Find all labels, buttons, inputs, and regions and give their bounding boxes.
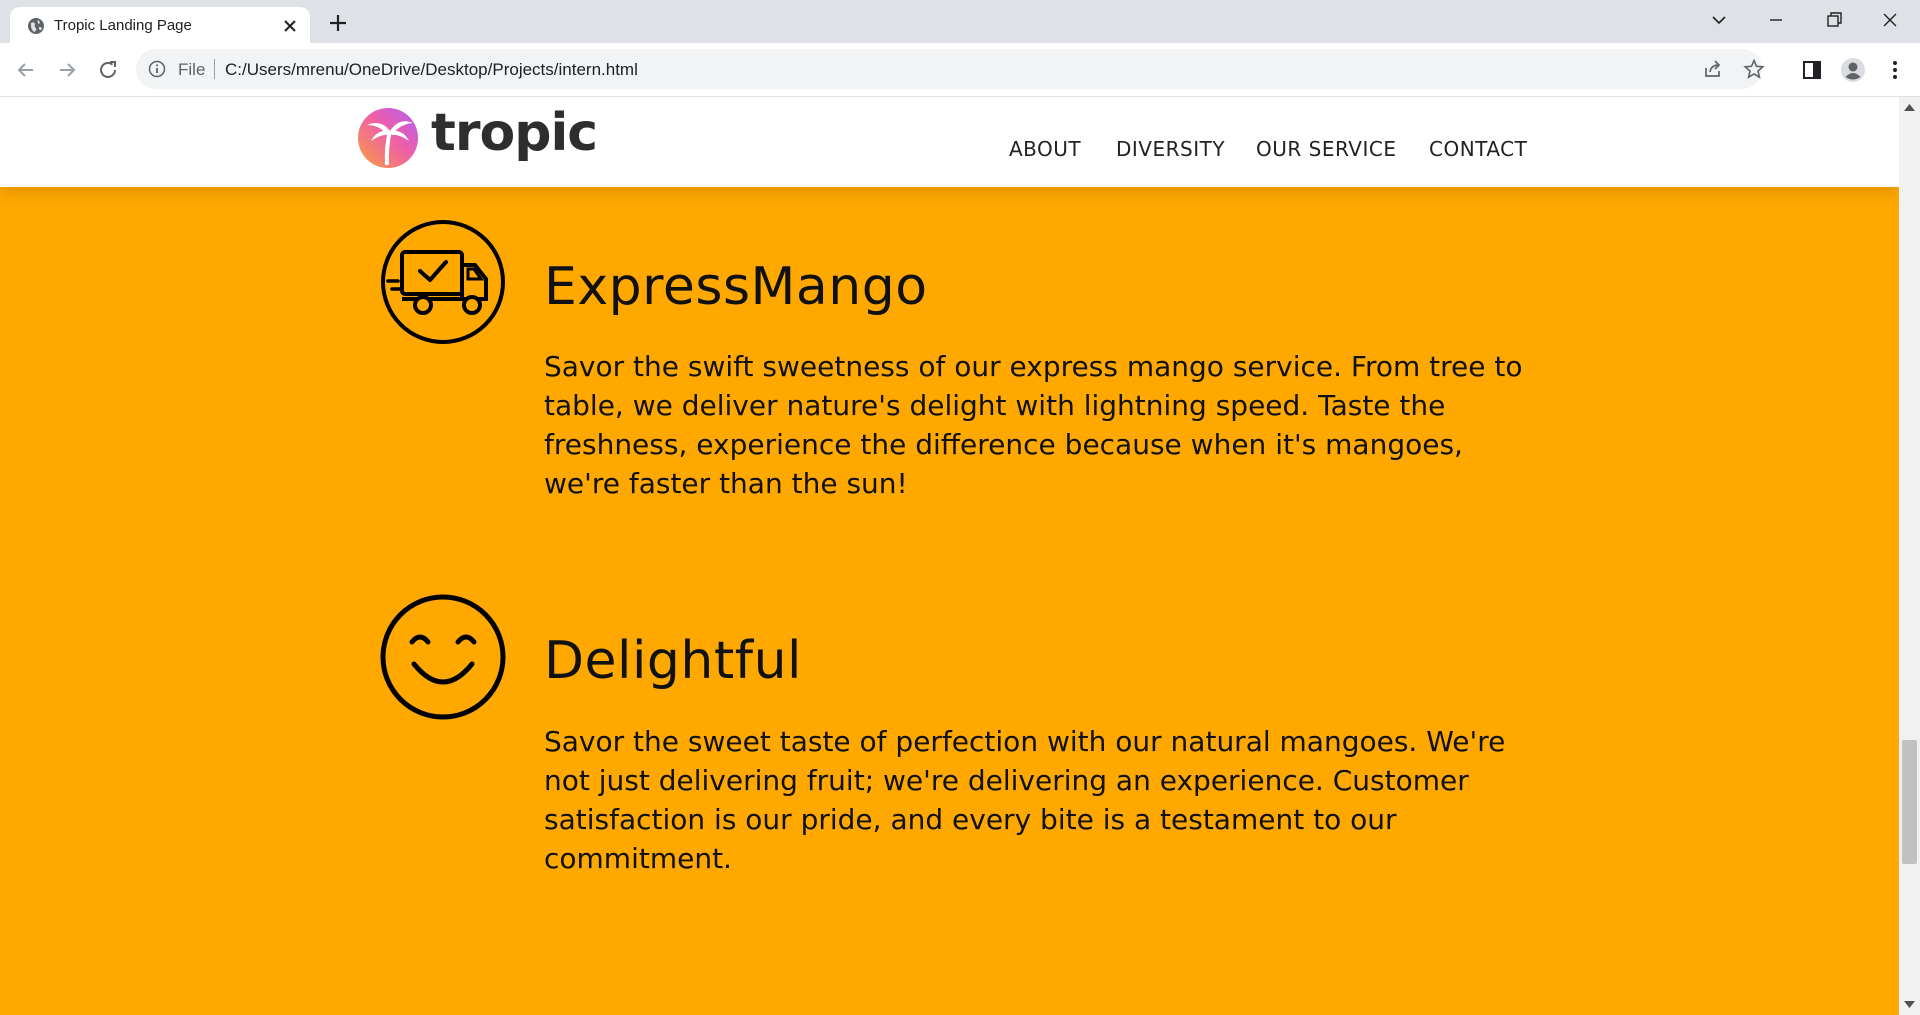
nav-link-diversity[interactable]: DIVERSITY [1116, 137, 1225, 161]
close-tab-icon[interactable] [280, 16, 300, 36]
nav-link-about[interactable]: ABOUT [1009, 137, 1081, 161]
menu-dots-icon[interactable] [1882, 57, 1908, 83]
page-viewport: tropic ABOUT DIVERSITY OUR SERVICE CONTA… [0, 97, 1899, 1015]
feature-title-expressmango: ExpressMango [544, 257, 928, 317]
url-text[interactable]: C:/Users/mrenu/OneDrive/Desktop/Projects… [225, 60, 638, 80]
nav-link-our-service[interactable]: OUR SERVICE [1256, 137, 1396, 161]
feature-description-expressmango: Savor the swift sweetness of our express… [544, 350, 1523, 500]
logo-text[interactable]: tropic [431, 103, 598, 163]
browser-tabstrip: Tropic Landing Page [0, 0, 1920, 43]
close-window-icon[interactable] [1875, 8, 1905, 32]
bookmark-star-icon[interactable] [1743, 58, 1765, 80]
info-icon[interactable] [148, 60, 166, 78]
restore-icon[interactable] [1818, 8, 1848, 32]
reload-icon[interactable] [96, 58, 120, 82]
address-bar[interactable]: File C:/Users/mrenu/OneDrive/Desktop/Pro… [136, 49, 1765, 89]
tab-search-chevron-icon[interactable] [1704, 8, 1734, 32]
scrollbar-thumb[interactable] [1902, 740, 1917, 864]
globe-icon [28, 18, 44, 34]
browser-tab[interactable]: Tropic Landing Page [10, 7, 310, 43]
share-icon[interactable] [1702, 58, 1724, 80]
palm-tree-logo-icon[interactable] [357, 107, 419, 169]
feature-title-delightful: Delightful [544, 631, 802, 691]
nav-link-contact[interactable]: CONTACT [1429, 137, 1527, 161]
delivery-truck-icon [381, 220, 505, 344]
site-header: tropic ABOUT DIVERSITY OUR SERVICE CONTA… [0, 97, 1899, 187]
page-scrollbar[interactable] [1899, 97, 1920, 1015]
scroll-up-arrow-icon[interactable] [1904, 103, 1915, 111]
profile-avatar-icon[interactable] [1840, 57, 1866, 83]
smiley-face-icon [380, 594, 506, 720]
divider [214, 59, 215, 79]
new-tab-icon[interactable] [325, 10, 351, 36]
back-arrow-icon[interactable] [14, 58, 38, 82]
browser-toolbar: File C:/Users/mrenu/OneDrive/Desktop/Pro… [0, 43, 1920, 97]
tab-title: Tropic Landing Page [54, 17, 192, 34]
forward-arrow-icon[interactable] [55, 58, 79, 82]
feature-description-delightful: Savor the sweet taste of perfection with… [544, 725, 1506, 875]
side-panel-icon[interactable] [1799, 57, 1825, 83]
minimize-icon[interactable] [1761, 8, 1791, 32]
file-label: File [178, 60, 206, 79]
scroll-down-arrow-icon[interactable] [1904, 1001, 1915, 1009]
